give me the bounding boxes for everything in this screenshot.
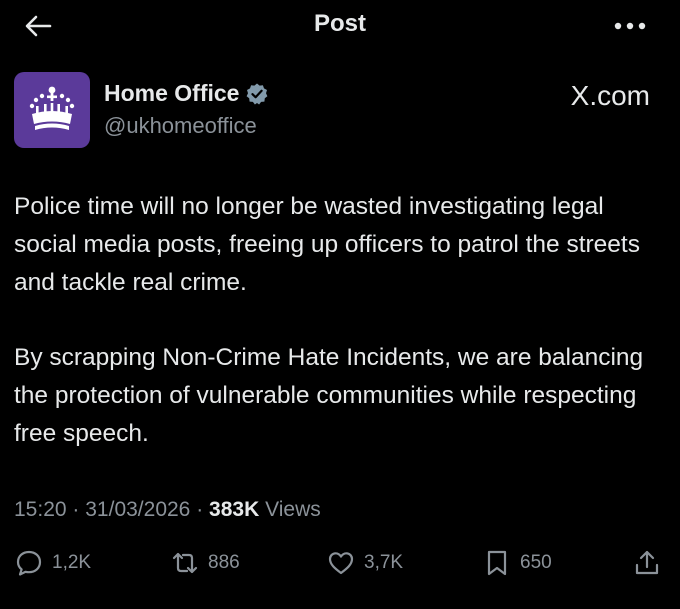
repost-count: 886 (208, 552, 240, 573)
xcom-watermark: X.com (570, 80, 650, 111)
meta-separator: · (196, 498, 204, 521)
reply-count: 1,2K (52, 552, 92, 573)
bookmark-icon (487, 550, 507, 576)
reply-icon (16, 550, 42, 576)
reply-button[interactable]: 1,2K (14, 548, 91, 578)
like-button[interactable]: 3,7K (326, 548, 403, 578)
page-title: Post (313, 10, 366, 37)
views-label: Views (265, 498, 321, 521)
post-metadata: 15:20 · 31/03/2026 · 383K Views (14, 498, 321, 522)
heart-icon (328, 552, 354, 575)
share-icon (635, 550, 659, 575)
like-count: 3,7K (364, 552, 404, 573)
author-name[interactable]: Home Office (104, 80, 239, 107)
post-paragraph: By scrapping Non-Crime Hate Incidents, w… (14, 344, 644, 447)
views-count: 383K (209, 498, 260, 521)
repost-icon (172, 552, 198, 574)
post-time[interactable]: 15:20 (14, 498, 67, 521)
post-date[interactable]: 31/03/2026 (85, 498, 190, 521)
action-bar: 1,2K 886 3,7K 650 (0, 548, 680, 588)
meta-separator: · (72, 498, 80, 521)
top-bar: Post (0, 0, 680, 52)
more-options-button[interactable] (610, 12, 650, 40)
bookmark-count: 650 (520, 552, 552, 573)
author-name-row: Home Office (104, 80, 269, 107)
post-paragraph: Police time will no longer be wasted inv… (14, 193, 640, 296)
author-handle[interactable]: @ukhomeoffice (104, 113, 257, 139)
verified-badge-icon (247, 83, 268, 104)
bookmark-button[interactable]: 650 (482, 548, 552, 578)
more-dots-icon (614, 22, 646, 30)
share-button[interactable] (632, 548, 662, 578)
crown-logo-icon (29, 86, 75, 130)
repost-button[interactable]: 886 (170, 548, 240, 578)
avatar[interactable] (14, 72, 90, 148)
post-body: Police time will no longer be wasted inv… (14, 188, 664, 453)
